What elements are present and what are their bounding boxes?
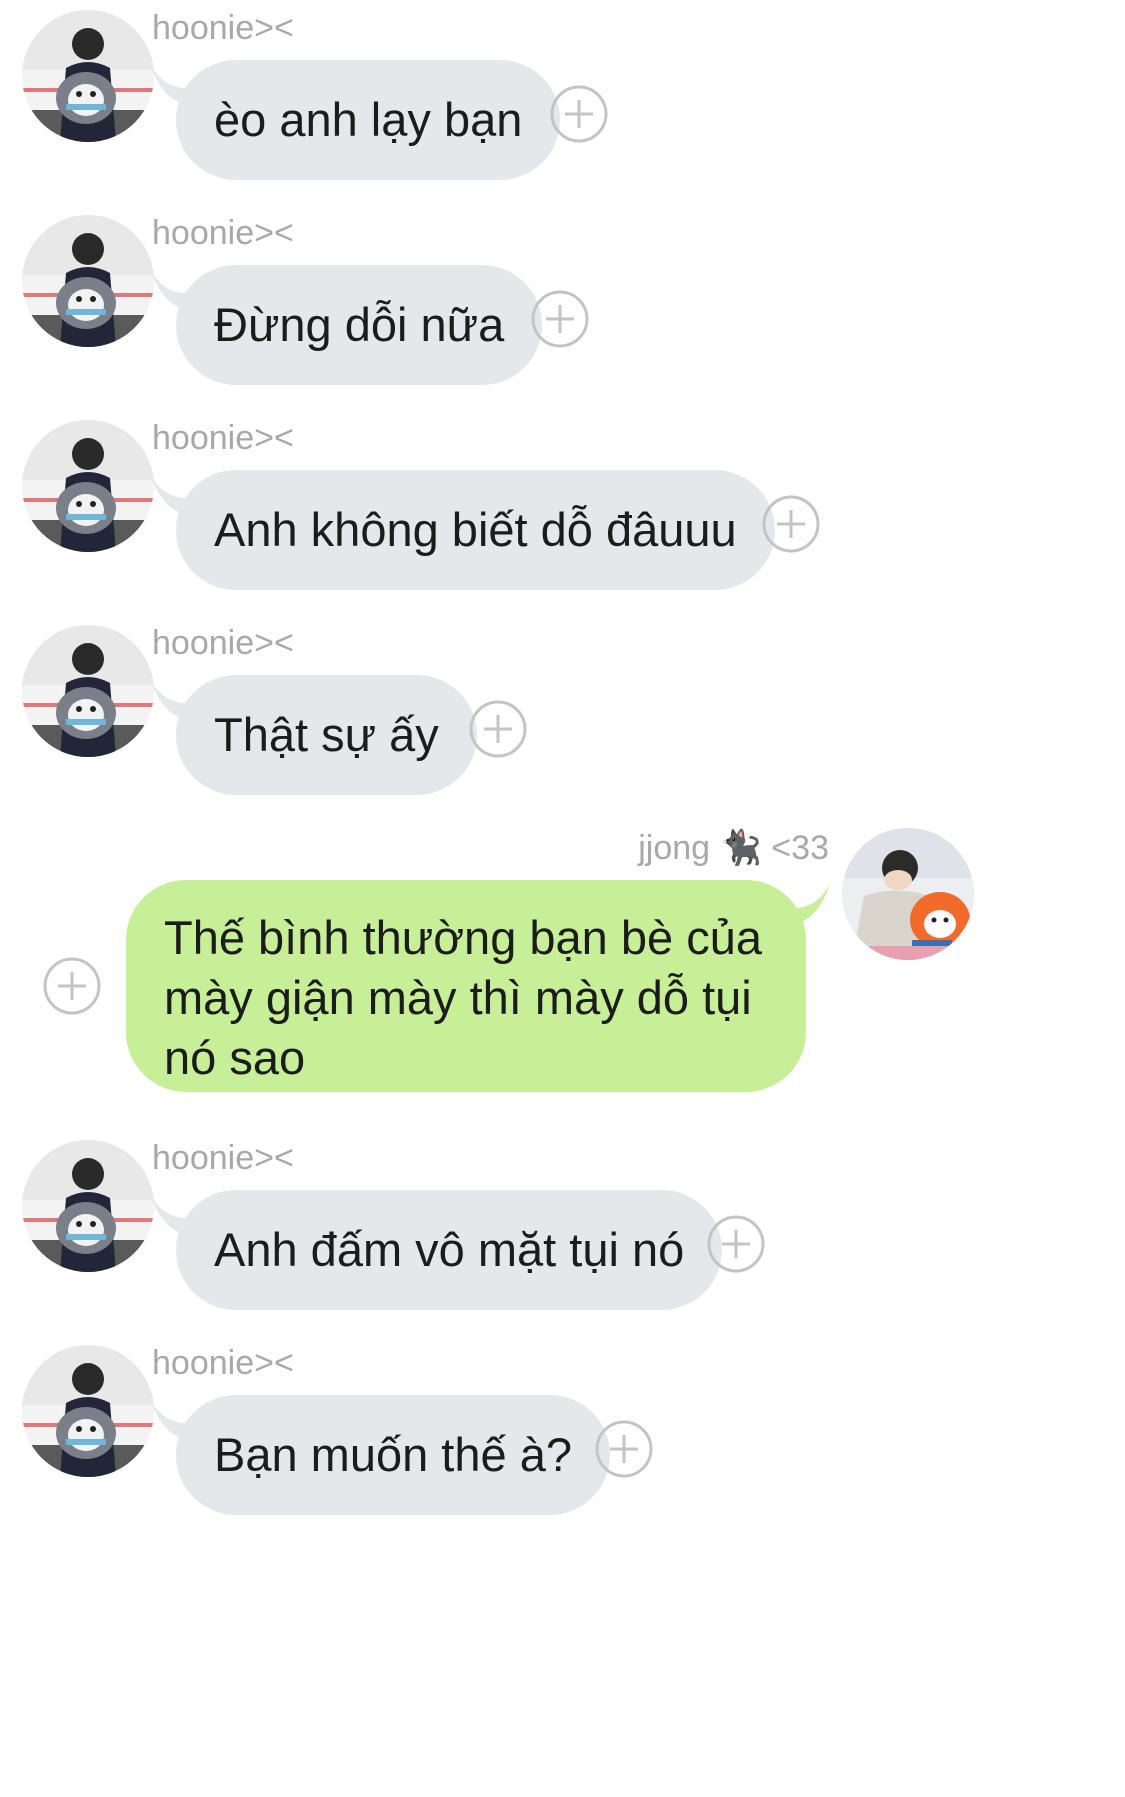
- message-bubble[interactable]: Thật sự ấy: [176, 675, 477, 795]
- message-row-outgoing: jjong 🐈‍⬛ <33 Thế bình thường bạn bè của…: [0, 820, 1125, 1110]
- message-bubble[interactable]: Anh không biết dỗ đâuuu: [176, 470, 775, 590]
- sender-name: hoonie><: [152, 9, 294, 47]
- sender-avatar[interactable]: [22, 420, 154, 552]
- sender-name: hoonie><: [152, 419, 294, 457]
- add-reaction-button[interactable]: [594, 1419, 654, 1479]
- message-row: hoonie>< Anh không biết dỗ đâuuu: [0, 410, 1125, 610]
- message-bubble[interactable]: Thế bình thường bạn bè của mày giận mày …: [126, 880, 806, 1092]
- sender-avatar[interactable]: [22, 1140, 154, 1272]
- sender-name: hoonie><: [152, 1139, 294, 1177]
- sender-name: jjong 🐈‍⬛ <33: [638, 829, 829, 867]
- plus-circle-icon: [762, 495, 820, 553]
- message-bubble[interactable]: Anh đấm vô mặt tụi nó: [176, 1190, 723, 1310]
- message-row: hoonie>< Anh đấm vô mặt tụi nó: [0, 1130, 1125, 1330]
- sender-avatar[interactable]: [22, 1345, 154, 1477]
- add-reaction-button[interactable]: [530, 289, 590, 349]
- plus-circle-icon: [531, 290, 589, 348]
- plus-circle-icon: [469, 700, 527, 758]
- plus-circle-icon: [550, 85, 608, 143]
- add-reaction-button[interactable]: [706, 1214, 766, 1274]
- add-reaction-button[interactable]: [468, 699, 528, 759]
- message-row: hoonie>< Bạn muốn thế à?: [0, 1335, 1125, 1535]
- message-row: hoonie>< Thật sự ấy: [0, 615, 1125, 815]
- sender-avatar[interactable]: [22, 215, 154, 347]
- add-reaction-button[interactable]: [42, 956, 102, 1016]
- plus-circle-icon: [595, 1420, 653, 1478]
- sender-name: hoonie><: [152, 214, 294, 252]
- message-row: hoonie>< èo anh lạy bạn: [0, 0, 1125, 200]
- message-bubble[interactable]: Đừng dỗi nữa: [176, 265, 543, 385]
- message-row: hoonie>< Đừng dỗi nữa: [0, 205, 1125, 405]
- sender-avatar[interactable]: [22, 10, 154, 142]
- add-reaction-button[interactable]: [761, 494, 821, 554]
- add-reaction-button[interactable]: [549, 84, 609, 144]
- sender-name: hoonie><: [152, 624, 294, 662]
- sender-avatar[interactable]: [22, 625, 154, 757]
- sender-name: hoonie><: [152, 1344, 294, 1382]
- plus-circle-icon: [43, 957, 101, 1015]
- plus-circle-icon: [707, 1215, 765, 1273]
- message-bubble[interactable]: èo anh lạy bạn: [176, 60, 561, 180]
- sender-avatar[interactable]: [842, 828, 974, 960]
- message-bubble[interactable]: Bạn muốn thế à?: [176, 1395, 610, 1515]
